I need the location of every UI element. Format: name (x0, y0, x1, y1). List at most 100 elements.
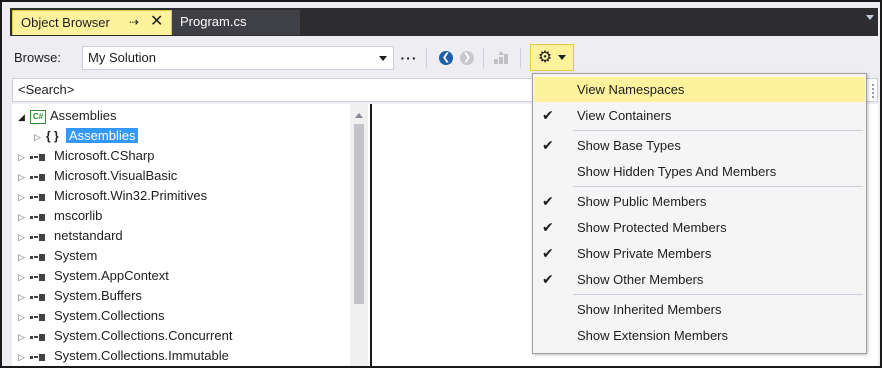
checkmark-icon: ✔ (542, 107, 554, 123)
collapsed-arrow-icon[interactable]: ▷ (18, 187, 30, 207)
more-icon: ··· (400, 50, 418, 66)
add-to-references-button[interactable] (490, 46, 512, 70)
assembly-icon (30, 347, 52, 366)
menu-separator (573, 294, 863, 295)
chevron-down-icon (379, 56, 387, 61)
menu-item-show-other-members[interactable]: ✔ Show Other Members (534, 267, 865, 292)
tab-object-browser[interactable]: Object Browser ⇢ ✕ (12, 10, 172, 35)
up-level-icon (494, 51, 508, 64)
menu-item-show-hidden-types-and-members[interactable]: Show Hidden Types And Members (534, 159, 865, 184)
tab-list-dropdown-icon[interactable] (866, 15, 874, 20)
menu-item-show-private-members[interactable]: ✔ Show Private Members (534, 241, 865, 266)
assembly-icon (30, 327, 52, 347)
menu-item-show-extension-members[interactable]: Show Extension Members (534, 323, 865, 348)
browse-scope-select[interactable]: My Solution (82, 46, 394, 70)
tree-node-label-selected: Assemblies (66, 128, 139, 143)
assembly-icon (30, 147, 52, 167)
tree-node-assembly[interactable]: ▷ Microsoft.Win32.Primitives (18, 186, 207, 206)
assembly-icon (30, 167, 52, 187)
back-button[interactable]: ❮ (436, 46, 456, 70)
tree-node-label: System.Buffers (54, 288, 142, 303)
menu-item-show-protected-members[interactable]: ✔ Show Protected Members (534, 215, 865, 240)
menu-item-show-public-members[interactable]: ✔ Show Public Members (534, 189, 865, 214)
toolbar-separator (483, 48, 484, 68)
csharp-project-icon: C# (30, 109, 46, 124)
menu-item-label: Show Other Members (577, 272, 704, 287)
tree-node-label: mscorlib (54, 208, 103, 223)
tab-program-cs-label: Program.cs (180, 14, 247, 29)
menu-item-label: Show Inherited Members (577, 302, 722, 317)
collapsed-arrow-icon[interactable]: ▷ (18, 227, 30, 247)
assembly-icon (30, 287, 52, 307)
menu-item-label: Show Public Members (577, 194, 707, 209)
checkmark-icon: ✔ (542, 245, 554, 261)
chevron-down-icon (558, 55, 567, 60)
forward-button[interactable]: ❯ (457, 46, 477, 70)
assembly-icon (30, 247, 52, 267)
collapsed-arrow-icon[interactable]: ▷ (18, 307, 30, 327)
tree-node-assembly[interactable]: ▷ System.Buffers (18, 286, 142, 306)
menu-item-label: Show Extension Members (577, 328, 729, 343)
tree-node-root[interactable]: ◢ C# Assemblies (18, 106, 116, 126)
tree-node-assembly[interactable]: ▷ mscorlib (18, 206, 102, 226)
close-icon[interactable]: ✕ (150, 10, 163, 33)
tree-node-assembly[interactable]: ▷ System.Collections.Concurrent (18, 326, 232, 346)
search-input[interactable]: <Search> (12, 78, 534, 102)
edit-custom-component-set-button[interactable]: ··· (398, 46, 420, 70)
menu-item-label: View Containers (577, 108, 672, 123)
object-browser-settings-button[interactable]: ⚙ (530, 44, 574, 71)
pin-icon[interactable]: ⇢ (129, 11, 139, 34)
tree-node-label: Microsoft.Win32.Primitives (54, 188, 208, 203)
menu-item-label: Show Base Types (577, 138, 681, 153)
menu-item-view-namespaces[interactable]: View Namespaces (534, 77, 865, 102)
assembly-icon (30, 267, 52, 287)
tree-node-assembly[interactable]: ▷ Microsoft.VisualBasic (18, 166, 177, 186)
menu-item-label: Show Hidden Types And Members (577, 164, 777, 179)
tree-node-label: System.AppContext (54, 268, 169, 283)
collapsed-arrow-icon[interactable]: ▷ (34, 127, 46, 147)
menu-item-show-base-types[interactable]: ✔ Show Base Types (534, 133, 865, 158)
tree-node-assembly[interactable]: ▷ Microsoft.CSharp (18, 146, 154, 166)
menu-item-label: Show Private Members (577, 246, 712, 261)
tab-program-cs[interactable]: Program.cs (172, 10, 300, 35)
assembly-icon (30, 187, 52, 207)
namespace-icon: { } (46, 129, 59, 143)
tree-node-assembly[interactable]: ▷ System.AppContext (18, 266, 169, 286)
tree-node-namespace[interactable]: ▷{ } Assemblies (34, 126, 139, 147)
tree-node-label: System.Collections (54, 308, 165, 323)
tree-node-label: Microsoft.CSharp (54, 148, 155, 163)
tree-node-assembly[interactable]: ▷ netstandard (18, 226, 123, 246)
menu-item-view-containers[interactable]: ✔ View Containers (534, 103, 865, 128)
collapsed-arrow-icon[interactable]: ▷ (18, 247, 30, 267)
collapsed-arrow-icon[interactable]: ▷ (18, 167, 30, 187)
tree-node-label: System.Collections.Immutable (54, 348, 229, 363)
tree-node-label: Microsoft.VisualBasic (54, 168, 178, 183)
collapsed-arrow-icon[interactable]: ▷ (18, 287, 30, 307)
checkmark-icon: ✔ (542, 219, 554, 235)
scrollbar-thumb[interactable] (354, 124, 364, 304)
menu-separator (573, 186, 863, 187)
expanded-arrow-icon[interactable]: ◢ (18, 107, 30, 127)
objects-tree[interactable]: ◢ C# Assemblies ▷{ } Assemblies ▷ Microsoft.… (12, 104, 370, 366)
gear-icon: ⚙ (537, 48, 553, 66)
menu-item-label: Show Protected Members (577, 220, 727, 235)
collapsed-arrow-icon[interactable]: ▷ (18, 347, 30, 366)
forward-arrow-icon: ❯ (460, 51, 474, 65)
menu-item-show-inherited-members[interactable]: Show Inherited Members (534, 297, 865, 322)
collapsed-arrow-icon[interactable]: ▷ (18, 147, 30, 167)
tree-node-assembly[interactable]: ▷ System (18, 246, 97, 266)
toolbar-separator (520, 48, 521, 68)
checkmark-icon: ✔ (542, 137, 554, 153)
menu-separator (573, 130, 863, 131)
scroll-up-icon[interactable] (355, 113, 363, 118)
tree-vertical-scrollbar[interactable] (350, 104, 368, 366)
collapsed-arrow-icon[interactable]: ▷ (18, 267, 30, 287)
tree-node-label: System (54, 248, 98, 263)
collapsed-arrow-icon[interactable]: ▷ (18, 207, 30, 227)
back-arrow-icon: ❮ (439, 51, 453, 65)
grip-icon (872, 84, 874, 98)
toolbar-separator (426, 48, 427, 68)
tree-node-assembly[interactable]: ▷ System.Collections.Immutable (18, 346, 229, 366)
tree-node-assembly[interactable]: ▷ System.Collections (18, 306, 165, 326)
collapsed-arrow-icon[interactable]: ▷ (18, 327, 30, 347)
